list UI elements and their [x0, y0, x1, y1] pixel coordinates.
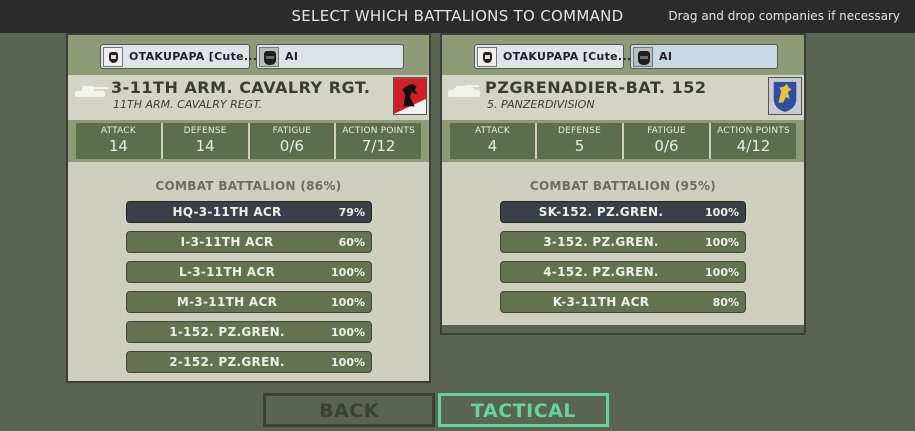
ai-chip[interactable]: AI — [256, 44, 404, 69]
stat-fatigue: FATIGUE 0/6 — [622, 123, 709, 159]
stat-action-points: ACTION POINTS 7/12 — [334, 123, 421, 159]
stat-value: 0/6 — [279, 137, 304, 155]
apc-icon — [448, 85, 480, 97]
commander-strip: OTAKUPAPA [Cute... AI — [68, 35, 429, 75]
unit-subtitle: 5. PANZERDIVISION — [487, 98, 595, 111]
company-item[interactable]: HQ-3-11TH ACR 79% — [126, 201, 372, 223]
company-item[interactable]: SK-152. PZ.GREN. 100% — [500, 201, 746, 223]
company-strength: 100% — [331, 356, 365, 369]
stats-row: ATTACK 4 DEFENSE 5 FATIGUE 0/6 ACTION POINT… — [450, 123, 796, 159]
left-battalion-panel: OTAKUPAPA [Cute... AI 3-11TH ARM. CAVALR… — [66, 33, 431, 383]
company-item[interactable]: 3-152. PZ.GREN. 100% — [500, 231, 746, 253]
company-item[interactable]: I-3-11TH ACR 60% — [126, 231, 372, 253]
commander-strip: OTAKUPAPA [Cute... AI — [442, 35, 804, 75]
back-button[interactable]: BACK — [263, 393, 435, 427]
company-strength: 100% — [705, 206, 739, 219]
company-name: L-3-11TH ACR — [179, 265, 275, 279]
lion-crest-icon — [768, 77, 802, 115]
battalion-title: COMBAT BATTALION (86%) — [155, 179, 342, 193]
company-name: 3-152. PZ.GREN. — [543, 235, 659, 249]
company-name: 1-152. PZ.GREN. — [169, 325, 285, 339]
battalion-title: COMBAT BATTALION (95%) — [529, 179, 717, 193]
company-strength: 100% — [705, 236, 739, 249]
unit-header: 3-11TH ARM. CAVALRY RGT. 11TH ARM. CAVAL… — [68, 75, 429, 120]
ai-avatar — [633, 47, 653, 67]
ai-chip[interactable]: AI — [630, 44, 778, 69]
company-name: M-3-11TH ACR — [176, 295, 278, 309]
stat-value: 5 — [574, 137, 585, 155]
player-label: OTAKUPAPA [Cute... — [503, 50, 632, 63]
unit-subtitle: 11TH ARM. CAVALRY REGT. — [113, 98, 263, 111]
stat-label: ATTACK — [100, 126, 136, 136]
player-chip[interactable]: OTAKUPAPA [Cute... — [100, 44, 257, 69]
stat-value: 0/6 — [654, 137, 679, 155]
company-item[interactable]: 1-152. PZ.GREN. 100% — [126, 321, 372, 343]
player-label: OTAKUPAPA [Cute... — [129, 50, 258, 63]
panel-footer — [442, 325, 804, 333]
company-strength: 79% — [338, 206, 365, 219]
stat-attack: ATTACK 4 — [450, 123, 535, 159]
company-strength: 80% — [712, 296, 739, 309]
stat-value: 4/12 — [736, 137, 771, 155]
company-item[interactable]: K-3-11TH ACR 80% — [500, 291, 746, 313]
company-item[interactable]: 4-152. PZ.GREN. 100% — [500, 261, 746, 283]
top-bar: SELECT WHICH BATTALIONS TO COMMAND Drag … — [0, 0, 915, 33]
ai-avatar — [259, 47, 279, 67]
company-name: 2-152. PZ.GREN. — [169, 355, 285, 369]
ai-label: AI — [285, 50, 299, 63]
stat-defense: DEFENSE 14 — [160, 123, 248, 159]
player-chip[interactable]: OTAKUPAPA [Cute... — [474, 44, 631, 69]
stat-fatigue: FATIGUE 0/6 — [247, 123, 335, 159]
stat-value: 4 — [487, 137, 498, 155]
company-name: I-3-11TH ACR — [180, 235, 274, 249]
horse-insignia-icon — [393, 77, 427, 115]
company-name: SK-152. PZ.GREN. — [538, 205, 664, 219]
stat-value: 7/12 — [361, 137, 396, 155]
stat-label: ATTACK — [475, 126, 510, 136]
player-avatar — [103, 47, 123, 67]
company-strength: 60% — [338, 236, 365, 249]
unit-name: 3-11TH ARM. CAVALRY RGT. — [111, 78, 371, 97]
stat-defense: DEFENSE 5 — [535, 123, 622, 159]
stat-value: 14 — [195, 137, 215, 155]
stat-label: FATIGUE — [647, 126, 686, 136]
company-strength: 100% — [331, 266, 365, 279]
stat-value: 14 — [108, 137, 128, 155]
company-item[interactable]: L-3-11TH ACR 100% — [126, 261, 372, 283]
company-item[interactable]: 2-152. PZ.GREN. 100% — [126, 351, 372, 373]
company-name: 4-152. PZ.GREN. — [543, 265, 659, 279]
stat-action-points: ACTION POINTS 4/12 — [709, 123, 796, 159]
tactical-battle-button[interactable]: TACTICAL BATTLE — [438, 393, 609, 431]
player-avatar — [477, 47, 497, 67]
company-strength: 100% — [705, 266, 739, 279]
drag-hint: Drag and drop companies if necessary — [668, 9, 900, 23]
ai-label: AI — [659, 50, 673, 63]
unit-name: PZGRENADIER-BAT. 152 — [485, 78, 707, 97]
company-item[interactable]: M-3-11TH ACR 100% — [126, 291, 372, 313]
unit-header: PZGRENADIER-BAT. 152 5. PANZERDIVISION — [442, 75, 804, 120]
company-name: HQ-3-11TH ACR — [172, 205, 282, 219]
company-strength: 100% — [331, 296, 365, 309]
stat-label: FATIGUE — [272, 126, 312, 136]
company-name: K-3-11TH ACR — [552, 295, 650, 309]
stats-row: ATTACK 14 DEFENSE 14 FATIGUE 0/6 ACTION POI… — [76, 123, 421, 159]
stat-label: ACTION POINTS — [717, 126, 790, 136]
tank-icon — [75, 86, 108, 97]
stat-label: DEFENSE — [557, 126, 601, 136]
stat-label: DEFENSE — [183, 126, 227, 136]
right-battalion-panel: OTAKUPAPA [Cute... AI PZGRENADIER-BAT. 1… — [440, 33, 806, 335]
stat-attack: ATTACK 14 — [76, 123, 161, 159]
company-strength: 100% — [331, 326, 365, 339]
stat-label: ACTION POINTS — [342, 126, 416, 136]
